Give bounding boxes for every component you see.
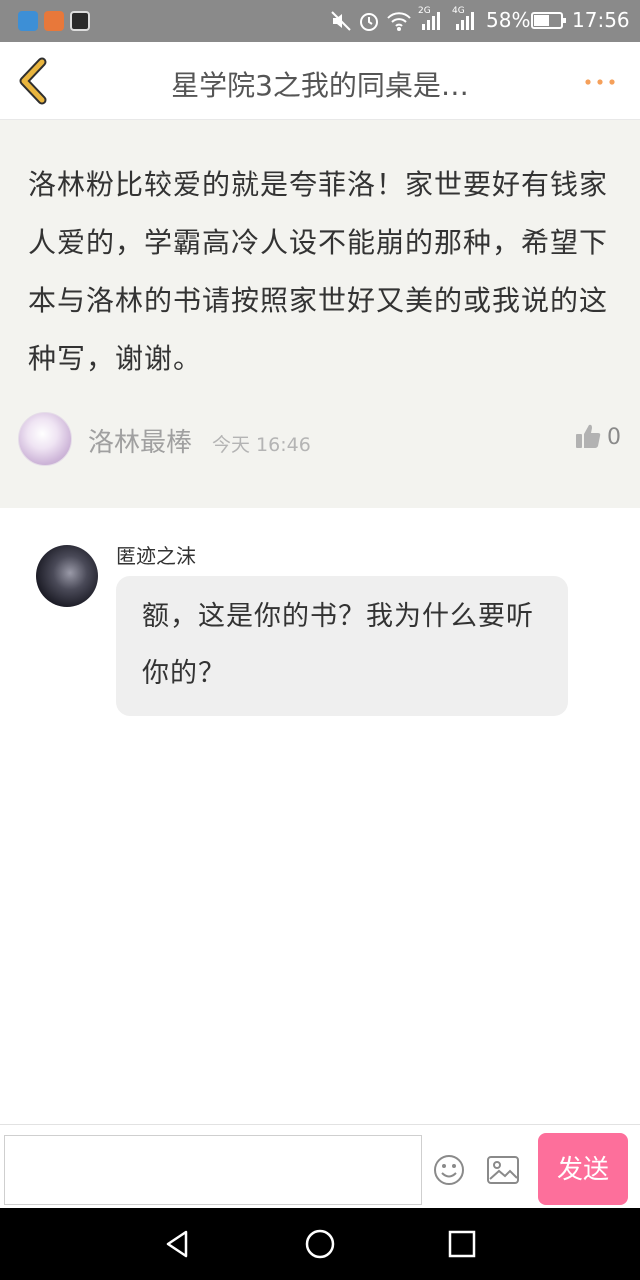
status-icons: 2G 4G [330,6,474,33]
alarm-icon [360,13,378,31]
nav-recents-icon[interactable] [444,1226,480,1262]
clock: 17:56 [572,8,630,32]
avatar[interactable] [18,412,72,466]
page-title: 星学院3之我的同桌是… [171,69,469,102]
network-label: 4G [452,6,465,16]
back-button[interactable] [14,56,54,106]
reply-bubble: 额，这是你的书？我为什么要听你的？ [116,576,568,716]
reply-author[interactable]: 匿迹之沫 [116,540,196,569]
signal-4g: 4G [452,6,474,30]
battery-fill [534,15,550,26]
comment-input[interactable] [4,1135,422,1205]
nav-back-icon[interactable] [160,1226,196,1262]
shield-app-icon [18,11,38,31]
battery-percent: 58% [486,8,531,32]
original-post: 洛林粉比较爱的就是夸菲洛！家世要好有钱家人爱的，学霸高冷人设不能崩的那种，希望下… [0,120,640,508]
reply-text: 额，这是你的书？我为什么要听你的？ [142,601,534,689]
post-timestamp: 今天 16:46 [212,434,311,456]
comment-input-bar: 发送 [0,1124,640,1208]
navigation-bar [0,1208,640,1280]
signal-2g: 2G [418,6,440,30]
header: 星学院3之我的同桌是… [0,42,640,120]
video-app-icon [44,11,64,31]
post-text: 洛林粉比较爱的就是夸菲洛！家世要好有钱家人爱的，学霸高冷人设不能崩的那种，希望下… [28,168,609,375]
more-dots-icon [585,79,615,85]
paw-app-icon [70,11,90,31]
emoji-icon[interactable] [432,1153,466,1187]
send-button[interactable]: 发送 [538,1133,628,1205]
mute-icon [331,11,351,31]
post-author[interactable]: 洛林最棒 [88,422,192,459]
status-bar: 2G 4G 58% 17:56 [0,0,640,42]
image-icon[interactable] [486,1155,520,1185]
avatar[interactable] [36,545,98,607]
thumbs-up-icon[interactable] [574,422,602,450]
nav-home-icon[interactable] [302,1226,338,1262]
more-button[interactable] [580,70,624,94]
network-label: 2G [418,6,431,16]
chevron-left-icon [19,57,47,105]
like-count: 0 [607,425,621,450]
wifi-icon [387,12,411,31]
battery-icon [531,12,566,29]
